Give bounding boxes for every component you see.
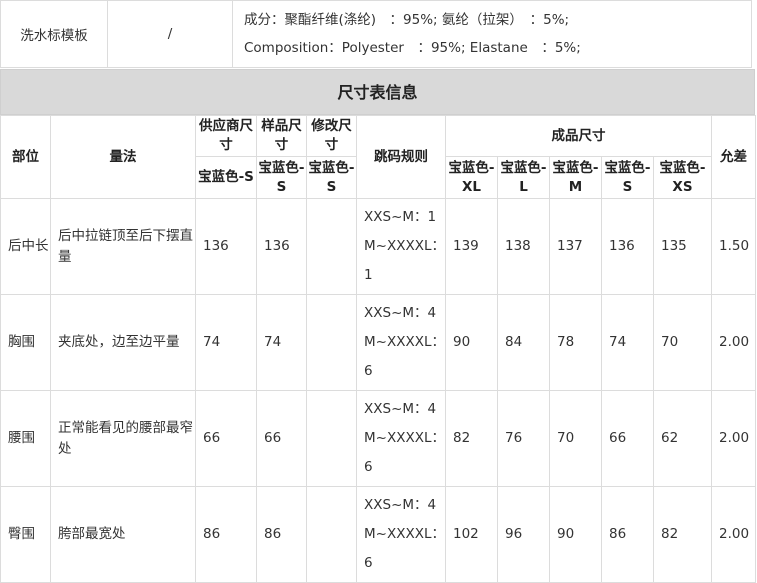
size-header-xs: 宝蓝色-XS bbox=[653, 156, 712, 199]
header-part: 部位 bbox=[0, 115, 51, 199]
grading-rule-1: XXS~M：4 bbox=[364, 305, 437, 321]
row-measure: 后中拉链顶至后下摆直量 bbox=[50, 198, 196, 295]
header-tolerance: 允差 bbox=[711, 115, 756, 199]
row-tolerance: 1.50 bbox=[711, 198, 756, 295]
size-header-s: 宝蓝色-S bbox=[601, 156, 654, 199]
header-row: 部位 量法 供应商尺寸 样品尺寸 修改尺寸 跳码规则 成品尺寸 允差 bbox=[0, 115, 756, 199]
row-size-m: 78 bbox=[549, 294, 602, 391]
row-part: 胸围 bbox=[0, 294, 51, 391]
row-size-xs: 70 bbox=[653, 294, 712, 391]
header-modified: 修改尺寸 bbox=[306, 115, 357, 157]
header-grading: 跳码规则 bbox=[356, 115, 446, 199]
row-size-m: 70 bbox=[549, 390, 602, 487]
composition-cn: 成分：聚酯纤维(涤纶) ：95%; 氨纶（拉架） ：5%; bbox=[244, 12, 570, 28]
row-size-m: 90 bbox=[549, 486, 602, 583]
row-size-xs: 62 bbox=[653, 390, 712, 487]
row-grading: XXS~M：4 M~XXXXL：6 bbox=[356, 294, 446, 391]
row-sample: 66 bbox=[256, 390, 307, 487]
size-header-xl: 宝蓝色-XL bbox=[445, 156, 498, 199]
subheader-supplier: 宝蓝色-S bbox=[195, 156, 257, 199]
grading-rule-2: M~XXXXL：6 bbox=[364, 334, 445, 379]
row-supplier: 66 bbox=[195, 390, 257, 487]
composition-cell: 成分：聚酯纤维(涤纶) ：95%; 氨纶（拉架） ：5%; Compositio… bbox=[232, 0, 752, 68]
grading-rule-2: M~XXXXL：6 bbox=[364, 526, 445, 571]
row-grading: XXS~M：4 M~XXXXL：6 bbox=[356, 390, 446, 487]
row-sample: 86 bbox=[256, 486, 307, 583]
grading-rule-1: XXS~M：1 bbox=[364, 209, 437, 225]
row-size-xs: 135 bbox=[653, 198, 712, 295]
row-size-s: 66 bbox=[601, 390, 654, 487]
row-size-m: 137 bbox=[549, 198, 602, 295]
row-size-s: 86 bbox=[601, 486, 654, 583]
grading-rule-1: XXS~M：4 bbox=[364, 497, 437, 513]
row-size-l: 96 bbox=[497, 486, 550, 583]
row-size-l: 84 bbox=[497, 294, 550, 391]
row-part: 后中长 bbox=[0, 198, 51, 295]
row-modified bbox=[306, 390, 357, 487]
size-table-title: 尺寸表信息 bbox=[0, 69, 755, 115]
row-part: 腰围 bbox=[0, 390, 51, 487]
row-tolerance: 2.00 bbox=[711, 390, 756, 487]
grading-rule-1: XXS~M：4 bbox=[364, 401, 437, 417]
row-supplier: 74 bbox=[195, 294, 257, 391]
row-part: 臀围 bbox=[0, 486, 51, 583]
grading-rule-2: M~XXXXL：1 bbox=[364, 238, 445, 283]
header-sample: 样品尺寸 bbox=[256, 115, 307, 157]
row-measure: 胯部最宽处 bbox=[50, 486, 196, 583]
row-size-s: 74 bbox=[601, 294, 654, 391]
table-row: 臀围 胯部最宽处 86 86 XXS~M：4 M~XXXXL：6 102 96 … bbox=[0, 486, 756, 583]
row-sample: 74 bbox=[256, 294, 307, 391]
wash-label-table: 洗水标模板 / 成分：聚酯纤维(涤纶) ：95%; 氨纶（拉架） ：5%; Co… bbox=[0, 0, 752, 68]
grading-rule-2: M~XXXXL：6 bbox=[364, 430, 445, 475]
header-supplier: 供应商尺寸 bbox=[195, 115, 257, 157]
row-size-xl: 90 bbox=[445, 294, 498, 391]
row-tolerance: 2.00 bbox=[711, 294, 756, 391]
row-modified bbox=[306, 486, 357, 583]
row-supplier: 136 bbox=[195, 198, 257, 295]
wash-label-slash: / bbox=[107, 0, 233, 68]
row-grading: XXS~M：1 M~XXXXL：1 bbox=[356, 198, 446, 295]
row-modified bbox=[306, 294, 357, 391]
row-size-xl: 102 bbox=[445, 486, 498, 583]
size-header-m: 宝蓝色-M bbox=[549, 156, 602, 199]
row-sample: 136 bbox=[256, 198, 307, 295]
subheader-modified: 宝蓝色-S bbox=[306, 156, 357, 199]
row-size-l: 138 bbox=[497, 198, 550, 295]
row-measure: 正常能看见的腰部最窄处 bbox=[50, 390, 196, 487]
row-size-l: 76 bbox=[497, 390, 550, 487]
table-row: 后中长 后中拉链顶至后下摆直量 136 136 XXS~M：1 M~XXXXL：… bbox=[0, 198, 756, 295]
row-measure: 夹底处，边至边平量 bbox=[50, 294, 196, 391]
table-row: 腰围 正常能看见的腰部最窄处 66 66 XXS~M：4 M~XXXXL：6 8… bbox=[0, 390, 756, 487]
row-grading: XXS~M：4 M~XXXXL：6 bbox=[356, 486, 446, 583]
row-size-xs: 82 bbox=[653, 486, 712, 583]
composition-en: Composition：Polyester ：95%; Elastane ：5%… bbox=[244, 40, 581, 56]
size-table: 部位 量法 供应商尺寸 样品尺寸 修改尺寸 跳码规则 成品尺寸 允差 宝蓝色-S… bbox=[0, 115, 756, 583]
header-measure: 量法 bbox=[50, 115, 196, 199]
subheader-sample: 宝蓝色-S bbox=[256, 156, 307, 199]
row-size-xl: 82 bbox=[445, 390, 498, 487]
row-supplier: 86 bbox=[195, 486, 257, 583]
header-finished: 成品尺寸 bbox=[445, 115, 712, 157]
size-header-l: 宝蓝色-L bbox=[497, 156, 550, 199]
wash-label-name: 洗水标模板 bbox=[0, 0, 108, 68]
row-size-xl: 139 bbox=[445, 198, 498, 295]
row-tolerance: 2.00 bbox=[711, 486, 756, 583]
row-size-s: 136 bbox=[601, 198, 654, 295]
table-row: 胸围 夹底处，边至边平量 74 74 XXS~M：4 M~XXXXL：6 90 … bbox=[0, 294, 756, 391]
row-modified bbox=[306, 198, 357, 295]
